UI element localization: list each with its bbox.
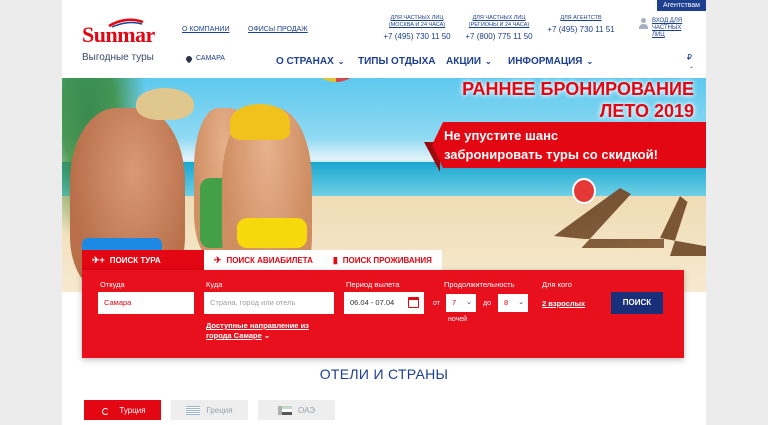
tab-label: ПОИСК ПРОЖИВАНИЯ	[342, 255, 432, 265]
phone-number[interactable]: +7 (495) 730 11 50	[378, 32, 456, 41]
available-destinations-link[interactable]: Доступные направление из города Самаре ⌄	[206, 321, 324, 341]
phone-note[interactable]: ДЛЯ АГЕНТСТВ	[542, 15, 620, 22]
nav-vacation-types[interactable]: ТИПЫ ОТДЫХА	[358, 56, 436, 67]
phone-agencies: ДЛЯ АГЕНТСТВ +7 (495) 730 11 51	[542, 15, 620, 34]
promo-title-line2: ЛЕТО 2019	[599, 101, 694, 121]
page: Агентствам Sunmar Выгодные туры О КОМПАН…	[62, 0, 706, 425]
phone-number[interactable]: +7 (495) 730 11 51	[542, 25, 620, 34]
chevron-down-icon: ⌄	[518, 299, 524, 306]
promo-subtitle: Не упустите шанс забронировать туры со с…	[444, 126, 706, 164]
nav-label: ТИПЫ ОТДЫХА	[358, 56, 436, 67]
chevron-down-icon: ⌄	[337, 57, 345, 66]
nights-to-value: 8	[504, 298, 509, 307]
bandana-image	[230, 104, 290, 140]
tab-hotel-search[interactable]: ▮ ПОИСК ПРОЖИВАНИЯ	[322, 250, 442, 270]
nav-label: ИНФОРМАЦИЯ	[508, 56, 583, 67]
about-company-link[interactable]: О КОМПАНИИ	[182, 26, 229, 33]
country-tabs: Турция Греция ОАЭ	[84, 400, 335, 420]
chevron-down-icon: ⌄	[485, 57, 492, 66]
sales-offices-link[interactable]: ОФИСЫ ПРОДАЖ	[248, 26, 308, 33]
country-tab-turkey[interactable]: Турция	[84, 400, 161, 420]
from-label: Откуда	[100, 280, 125, 289]
to-label: Куда	[206, 280, 223, 289]
section-title: ОТЕЛИ И СТРАНЫ	[319, 366, 449, 382]
nav-information[interactable]: ИНФОРМАЦИЯ ⌄	[508, 56, 593, 67]
currency-selector[interactable]: ₽	[687, 53, 692, 62]
nights-from-select[interactable]: 7 ⌄	[446, 294, 476, 312]
to-word: до	[483, 300, 491, 307]
promo-title: РАННЕЕ БРОНИРОВАНИЕ ЛЕТО 2019	[434, 78, 694, 122]
phone-number[interactable]: +7 (800) 775 11 50	[460, 32, 538, 41]
nav-about-countries[interactable]: О СТРАНАХ ⌄	[276, 56, 344, 67]
tab-flight-search[interactable]: ✈ ПОИСК АВИАБИЛЕТА	[204, 250, 323, 270]
period-field[interactable]: 06.04 - 07.04	[344, 292, 424, 314]
promo-title-line1: РАННЕЕ БРОНИРОВАНИЕ	[462, 79, 694, 99]
nav-promotions[interactable]: АКЦИИ ⌄	[446, 56, 492, 67]
tour-search-form: Откуда Самара Куда Страна, город или оте…	[82, 270, 684, 358]
country-label: Греция	[206, 405, 233, 415]
search-tabs: ✈+ ПОИСК ТУРА ✈ ПОИСК АВИАБИЛЕТА ▮ ПОИСК…	[82, 250, 442, 270]
period-label: Период вылета	[346, 280, 400, 289]
nav-label: АКЦИИ	[446, 56, 482, 67]
main-nav: О СТРАНАХ ⌄ ТИПЫ ОТДЫХА АКЦИИ ⌄ ИНФОРМАЦИЯ…	[62, 56, 706, 68]
user-icon	[639, 18, 648, 30]
promo-subtitle-line1: Не упустите шанс	[444, 128, 559, 143]
plane-hotel-icon: ✈+	[92, 254, 105, 265]
duration-label: Продолжительность	[444, 280, 515, 289]
chevron-down-icon: ⌄	[263, 331, 271, 340]
to-field[interactable]: Страна, город или отель	[204, 292, 334, 314]
agencies-button[interactable]: Агентствам	[656, 0, 706, 11]
login-label: ВХОД ДЛЯ ЧАСТНЫХ ЛИЦ	[652, 18, 683, 38]
hotel-icon: ▮	[332, 254, 338, 265]
calendar-icon	[408, 297, 419, 308]
country-label: Турция	[119, 405, 146, 415]
swimsuit-image	[237, 218, 307, 248]
country-label: ОАЭ	[298, 405, 315, 415]
login-link[interactable]: ВХОД ДЛЯ ЧАСТНЫХ ЛИЦ	[639, 18, 694, 39]
tab-label: ПОИСК АВИАБИЛЕТА	[226, 255, 313, 265]
period-value: 06.04 - 07.04	[350, 298, 395, 307]
tab-tour-search[interactable]: ✈+ ПОИСК ТУРА	[82, 250, 204, 270]
phone-private-regions: ДЛЯ ЧАСТНЫХ ЛИЦ (РЕГИОНЫ И 24 ЧАСА) +7 (…	[460, 15, 538, 41]
alarm-clock-image	[572, 178, 596, 204]
beach-ball-image	[308, 78, 364, 82]
flag-greece-icon	[186, 405, 201, 415]
tab-label: ПОИСК ТУРА	[109, 255, 161, 265]
chevron-down-icon: ⌄	[466, 299, 472, 306]
nights-to-select[interactable]: 8 ⌄	[498, 294, 528, 312]
country-tab-uae[interactable]: ОАЭ	[258, 400, 335, 420]
phone-note[interactable]: ДЛЯ ЧАСТНЫХ ЛИЦ (МОСКВА И 24 ЧАСА)	[378, 15, 456, 29]
nights-word: ночей	[448, 316, 468, 323]
chevron-down-icon: ⌄	[688, 64, 694, 70]
promo-subtitle-line2: забронировать туры со скидкой!	[444, 147, 658, 162]
nights-from-value: 7	[452, 298, 457, 307]
phone-note[interactable]: ДЛЯ ЧАСТНЫХ ЛИЦ (РЕГИОНЫ И 24 ЧАСА)	[460, 15, 538, 29]
phone-private-moscow: ДЛЯ ЧАСТНЫХ ЛИЦ (МОСКВА И 24 ЧАСА) +7 (4…	[378, 15, 456, 41]
flag-turkey-icon	[99, 405, 114, 415]
from-word: от	[433, 300, 440, 307]
search-button[interactable]: ПОИСК	[611, 292, 663, 314]
plane-icon: ✈	[214, 254, 222, 265]
country-tab-greece[interactable]: Греция	[171, 400, 248, 420]
travelers-selector[interactable]: 2 взрослых	[542, 299, 585, 308]
nav-label: О СТРАНАХ	[276, 56, 334, 67]
from-field[interactable]: Самара	[98, 292, 194, 314]
flag-uae-icon	[278, 405, 293, 415]
straw-hat-image	[136, 88, 194, 120]
logo-swoosh-icon	[108, 18, 144, 28]
available-destinations-label: Доступные направление из города Самаре	[206, 321, 309, 340]
chevron-down-icon: ⌄	[586, 57, 594, 66]
who-label: Для кого	[542, 280, 572, 289]
